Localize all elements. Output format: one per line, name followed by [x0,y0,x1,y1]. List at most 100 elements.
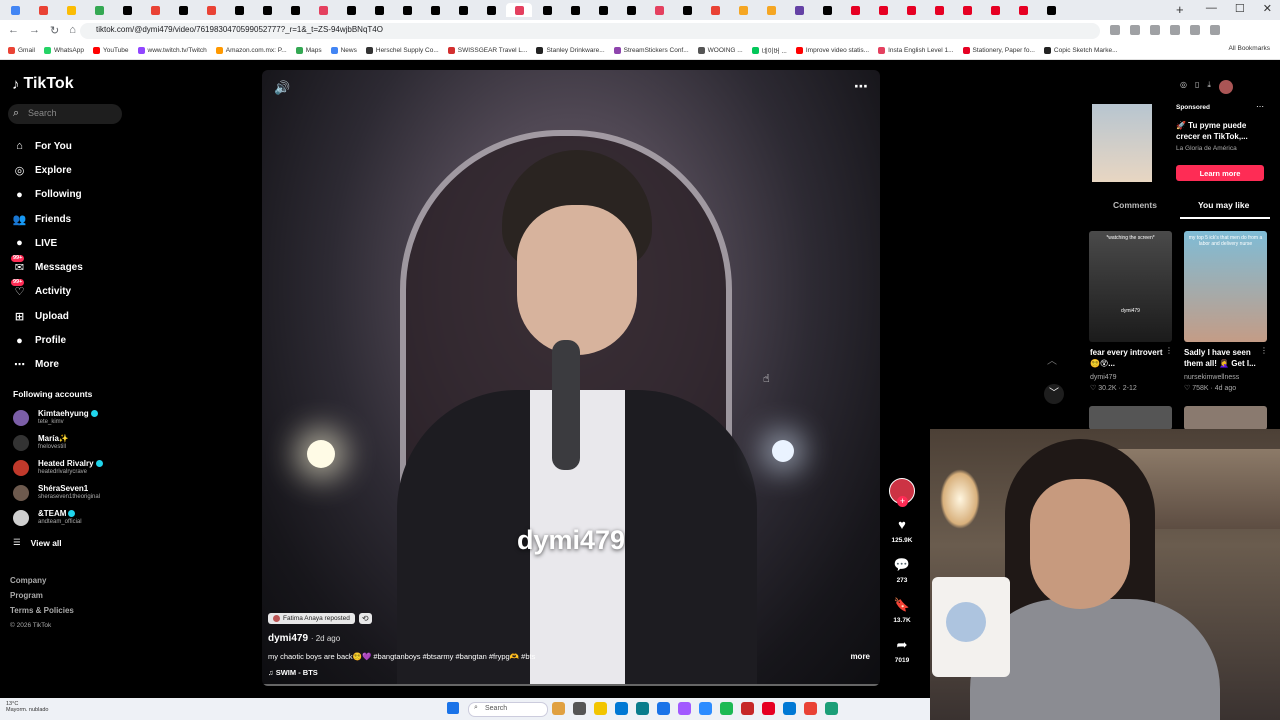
ad-thumbnail[interactable] [1092,104,1152,182]
following-account[interactable]: Heated Rivalry heatedrivalrycrave [13,455,103,480]
browser-tab[interactable] [366,3,392,17]
browser-tab[interactable] [926,3,952,17]
browser-tab[interactable] [674,3,700,17]
browser-tab[interactable] [814,3,840,17]
search-bar[interactable]: ⌕ [8,104,122,124]
recommended-user[interactable]: dymi479 [1090,374,1116,381]
bookmark-item[interactable]: Maps [295,45,322,55]
forward-icon[interactable]: → [29,24,40,37]
browser-tab[interactable] [310,3,336,17]
following-account[interactable]: ShéraSeven1 sheraseven1theoriginal [13,480,103,505]
extension-icon[interactable] [1170,25,1180,35]
taskbar-app-icon[interactable] [804,702,817,715]
taskbar-app-icon[interactable] [552,702,565,715]
share-icon[interactable]: ➦ [887,638,917,652]
bookmark-item[interactable]: Insta English Level 1... [878,45,954,55]
recommended-thumbnail[interactable]: *watching the screen* dymi479 [1089,231,1172,342]
browser-tab[interactable] [142,3,168,17]
bookmark-item[interactable]: Stationery, Paper fo... [962,45,1035,55]
follow-plus-icon[interactable]: + [897,496,908,507]
minimize-icon[interactable]: — [1206,2,1217,15]
recommended-thumbnail[interactable] [1184,406,1267,430]
browser-tab[interactable] [422,3,448,17]
browser-tab[interactable] [86,3,112,17]
previous-video-icon[interactable]: ︿ [1047,352,1057,367]
video-progress-bar[interactable] [262,684,880,686]
footer-link-terms[interactable]: Terms & Policies [10,603,74,618]
repost-label[interactable]: Fatima Anaya reposted [268,613,355,624]
sidebar-item-activity[interactable]: ♡ 99+ Activity [11,279,83,304]
heart-icon[interactable]: ♥ [887,518,917,532]
repost-icon[interactable]: ⟲ [358,613,372,624]
user-avatar[interactable] [1218,80,1233,94]
video-player[interactable]: dymi479 🔊 ⋯ Fatima Anaya reposted ⟲ dymi… [262,70,880,686]
taskbar-app-icon[interactable] [615,702,628,715]
taskbar-app-icon[interactable] [573,702,586,715]
comment-icon[interactable]: 💬 [887,558,917,572]
close-icon[interactable]: ✕ [1263,2,1272,15]
recommended-more-icon[interactable]: ⋮ [1260,346,1268,355]
browser-tab[interactable] [954,3,980,17]
back-icon[interactable]: ← [8,24,19,37]
sidebar-item-for-you[interactable]: ⌂ For You [12,134,83,158]
music-link[interactable]: ♫ SWIM - BTS [268,668,318,677]
browser-tab[interactable] [730,3,756,17]
browser-tab[interactable] [58,3,84,17]
taskbar-app-icon[interactable] [825,702,838,715]
browser-tab[interactable] [702,3,728,17]
sidebar-item-friends[interactable]: 👥 Friends [12,207,83,231]
more-options-icon[interactable]: ⋯ [854,78,868,95]
browser-tab[interactable] [226,3,252,17]
windows-start-icon[interactable] [447,702,459,714]
browser-tab[interactable] [338,3,364,17]
bookmark-item[interactable]: News [330,45,357,55]
taskbar-app-icon[interactable] [762,702,775,715]
taskbar-search[interactable]: ⌕ Search [468,702,548,717]
share-action[interactable]: ➦ 7019 [887,638,917,665]
taskbar-app-icon[interactable] [699,702,712,715]
browser-tab[interactable] [758,3,784,17]
ad-more-icon[interactable]: ⋯ [1256,102,1264,111]
profile-icon[interactable] [1190,25,1200,35]
creator-avatar[interactable]: + [889,478,915,507]
home-browser-icon[interactable]: ⌂ [69,24,76,37]
browser-tab[interactable] [30,3,56,17]
bookmark-item[interactable]: Amazon.com.mx: P... [215,45,287,55]
bookmark-item[interactable]: Gmail [8,45,35,55]
bookmark-item[interactable]: StreamStickers Conf... [613,45,689,55]
comment-action[interactable]: 💬 273 [887,558,917,585]
browser-tab[interactable] [618,3,644,17]
browser-tab[interactable] [450,3,476,17]
sidebar-item-profile[interactable]: ● Profile [12,328,83,352]
bookmark-icon[interactable]: 🔖 [887,598,917,612]
bookmark-item[interactable]: Herschel Supply Co... [365,45,439,55]
browser-tab[interactable] [282,3,308,17]
taskbar-app-icon[interactable] [741,702,754,715]
browser-tab[interactable] [590,3,616,17]
bookmark-item[interactable]: YouTube [92,45,129,55]
recommended-thumbnail[interactable]: my top 5 ick's that men do from a labor … [1184,231,1267,342]
recommended-title[interactable]: Sadly I have seen them all! 🤦‍♀️ Get I..… [1184,347,1264,369]
browser-tab[interactable] [982,3,1008,17]
browser-tab[interactable] [254,3,280,17]
recommended-user[interactable]: nursekimwellness [1184,374,1239,381]
tiktok-logo[interactable]: ♪ TikTok [12,75,74,93]
download-icon[interactable]: ⤓ [1207,80,1211,94]
browser-tab[interactable] [870,3,896,17]
menu-icon[interactable] [1210,25,1220,35]
url-field[interactable]: tiktok.com/@dymi479/video/76198304705990… [80,23,1100,39]
bookmark-item[interactable]: Copic Sketch Marke... [1043,45,1117,55]
new-tab-button[interactable]: + [1176,3,1184,17]
search-input[interactable] [26,107,120,119]
taskbar-app-icon[interactable] [636,702,649,715]
following-account[interactable]: María✨ fnelovestill [13,430,103,455]
recommended-more-icon[interactable]: ⋮ [1165,346,1173,355]
bookmark-item[interactable]: SWISSGEAR Travel L... [447,45,527,55]
all-bookmarks[interactable]: All Bookmarks [1228,45,1270,52]
browser-tab[interactable] [534,3,560,17]
browser-tab[interactable] [898,3,924,17]
taskbar-app-icon[interactable] [783,702,796,715]
weather-widget[interactable]: 13°C Mayorm. nublado [6,701,49,713]
author-name[interactable]: dymi479 [268,633,308,644]
bookmark-item[interactable]: WhatsApp [43,45,84,55]
